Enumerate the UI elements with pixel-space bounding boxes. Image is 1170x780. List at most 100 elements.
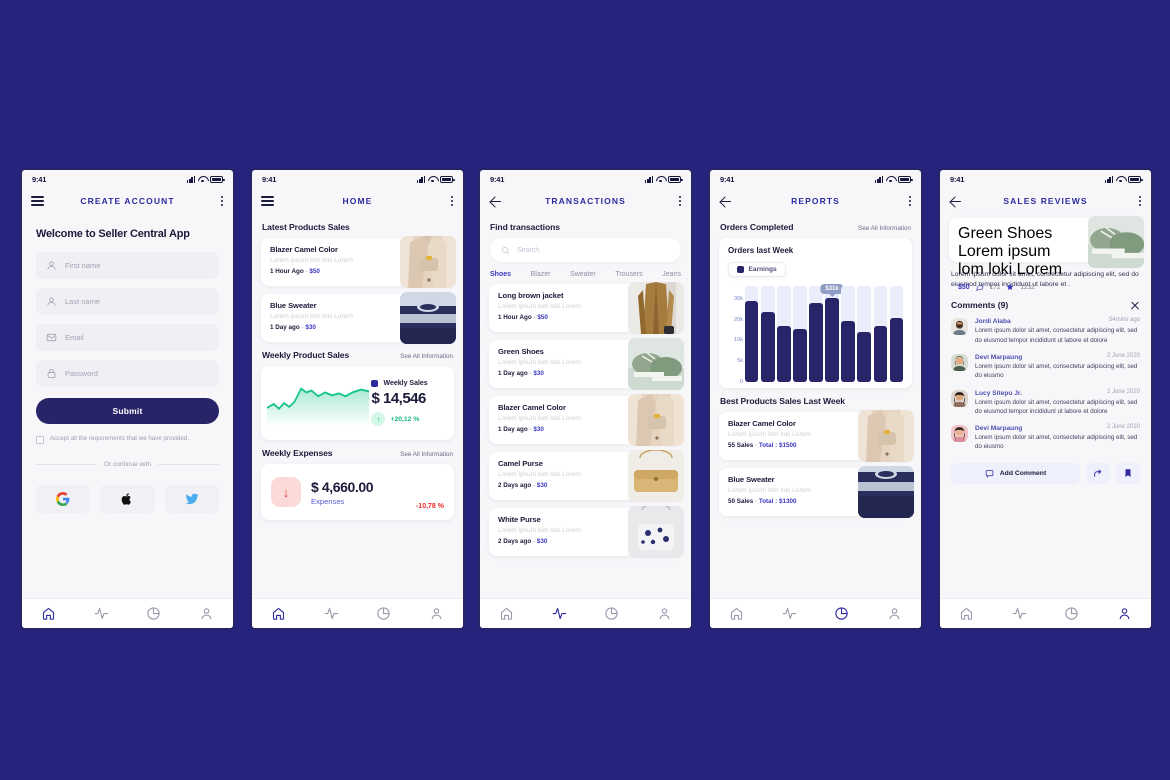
more-options-icon[interactable] [451, 195, 454, 207]
nav-chart-pie-icon[interactable] [1064, 606, 1079, 621]
bar-value [873, 326, 887, 382]
tab-blazer[interactable]: Blazer [531, 271, 551, 278]
transaction-row[interactable]: Green Shoes Lorem ipsum lom loki Lorem 1… [489, 338, 684, 390]
y-tick-label: 0 [739, 378, 743, 385]
avatar [951, 425, 968, 443]
nav-chart-pie-icon[interactable] [604, 606, 619, 621]
up-arrow-icon: ↑ [371, 412, 386, 426]
apple-login-button[interactable] [100, 485, 155, 513]
submit-button[interactable]: Submit [36, 398, 219, 424]
twitter-login-button[interactable] [164, 485, 219, 513]
transaction-row[interactable]: White Purse Lorem ipsum lom loki Lorem 2… [489, 506, 684, 558]
back-arrow-icon[interactable] [719, 194, 733, 208]
product-card[interactable]: Blue Sweater Lorem ipsum lom loki Lorem … [261, 292, 456, 344]
terms-row[interactable]: Accept all the requirements that we have… [36, 435, 219, 444]
first-name-placeholder: First name [65, 261, 101, 270]
nav-home-icon[interactable] [271, 606, 286, 621]
product-card[interactable]: Blazer Camel Color Lorem ipsum lom loki … [261, 236, 456, 288]
bar-column[interactable] [873, 285, 887, 382]
bar-column[interactable] [745, 285, 759, 382]
search-input[interactable]: Search [490, 238, 681, 262]
product-total: Total : $1500 [758, 441, 797, 449]
signal-icon [1105, 175, 1113, 183]
bookmark-button[interactable] [1116, 462, 1140, 484]
close-icon[interactable] [1130, 300, 1140, 310]
transaction-row[interactable]: Blazer Camel Color Lorem ipsum lom loki … [489, 394, 684, 446]
orders-chart-card: Orders last Week Earnings 30k 20k 10k 5k 0 $… [719, 238, 912, 388]
nav-home-icon[interactable] [41, 606, 56, 621]
share-button[interactable] [1086, 462, 1110, 484]
nav-profile-icon[interactable] [429, 606, 444, 621]
product-price: $50 [537, 314, 548, 321]
nav-profile-icon[interactable] [1117, 606, 1132, 621]
password-field[interactable]: Password [36, 360, 219, 387]
first-name-field[interactable]: First name [36, 252, 219, 279]
more-options-icon[interactable] [679, 195, 682, 207]
bar-column[interactable] [761, 285, 775, 382]
nav-activity-icon[interactable] [552, 606, 567, 621]
nav-profile-icon[interactable] [657, 606, 672, 621]
transaction-row[interactable]: Camel Purse Lorem ipsum lom loki Lorem 2… [489, 450, 684, 502]
transaction-row[interactable]: Long brown jacket Lorem ipsum lom loki L… [489, 282, 684, 334]
nav-activity-icon[interactable] [1012, 606, 1027, 621]
nav-home-icon[interactable] [959, 606, 974, 621]
nav-profile-icon[interactable] [199, 606, 214, 621]
tab-trousers[interactable]: Trousers [615, 271, 642, 278]
email-placeholder: Email [65, 333, 84, 342]
see-all-link[interactable]: See All Information [858, 225, 911, 232]
tab-shoes[interactable]: Shoes [490, 271, 511, 278]
nav-profile-icon[interactable] [887, 606, 902, 621]
nav-home-icon[interactable] [729, 606, 744, 621]
google-login-button[interactable] [36, 485, 91, 513]
product-info: Blue Sweater Lorem ipsum lom loki Lorem … [261, 294, 385, 331]
product-meta: 1 Hour Ago - $50 [270, 268, 385, 275]
screen-body: Find transactions Search Shoes Blazer Sw… [480, 214, 691, 598]
product-desc: Lorem ipsum lom loki Lorem [498, 303, 581, 310]
chart-legend[interactable]: Earnings [728, 262, 786, 277]
bar-column[interactable] [889, 285, 904, 382]
last-name-field[interactable]: Last name [36, 288, 219, 315]
bar-column[interactable]: $31k [820, 283, 844, 382]
nav-home-icon[interactable] [499, 606, 514, 621]
more-options-icon[interactable] [221, 195, 224, 207]
app-header: CREATE ACCOUNT [22, 188, 233, 214]
bar-column[interactable] [809, 285, 823, 382]
email-field[interactable]: Email [36, 324, 219, 351]
review-product-card[interactable]: Green Shoes Lorem ipsum lom loki Lorem $… [949, 216, 1144, 291]
app-header: REPORTS [710, 188, 921, 214]
see-all-link[interactable]: See All Information [400, 353, 453, 360]
menu-icon[interactable] [31, 196, 44, 206]
last-name-placeholder: Last name [65, 297, 101, 306]
blazer-thumb [858, 409, 914, 462]
best-product-row[interactable]: Blue Sweater Lorem ipsum lom loki Lorem … [719, 465, 914, 518]
best-product-row[interactable]: Blazer Camel Color Lorem ipsum lom loki … [719, 409, 914, 462]
back-arrow-icon[interactable] [489, 194, 503, 208]
product-info: Green Shoes Lorem ipsum lom loki Lorem 1… [489, 340, 613, 377]
battery-icon [440, 176, 455, 183]
bar-column[interactable] [777, 285, 791, 382]
tab-sweater[interactable]: Sweater [570, 271, 596, 278]
bar-column[interactable] [793, 285, 807, 382]
nav-chart-pie-icon[interactable] [376, 606, 391, 621]
terms-checkbox[interactable] [36, 436, 44, 444]
bar-column[interactable] [857, 285, 871, 382]
add-comment-button[interactable]: Add Comment [951, 462, 1080, 484]
product-time: 1 Day ago [498, 370, 528, 377]
more-options-icon[interactable] [1139, 195, 1142, 207]
nav-activity-icon[interactable] [324, 606, 339, 621]
separator: - [301, 324, 304, 331]
bars-area: $31k [745, 283, 904, 382]
more-options-icon[interactable] [909, 195, 912, 207]
section-title: Find transactions [490, 222, 560, 232]
nav-activity-icon[interactable] [94, 606, 109, 621]
battery-icon [210, 176, 225, 183]
bar-value: $31k [820, 283, 844, 382]
see-all-link[interactable]: See All Information [400, 451, 453, 458]
bar-column[interactable] [841, 285, 855, 382]
nav-activity-icon[interactable] [782, 606, 797, 621]
tab-jeans[interactable]: Jeans [662, 271, 681, 278]
nav-chart-pie-icon[interactable] [146, 606, 161, 621]
menu-icon[interactable] [261, 196, 274, 206]
nav-chart-pie-icon[interactable] [834, 606, 849, 621]
back-arrow-icon[interactable] [949, 194, 963, 208]
